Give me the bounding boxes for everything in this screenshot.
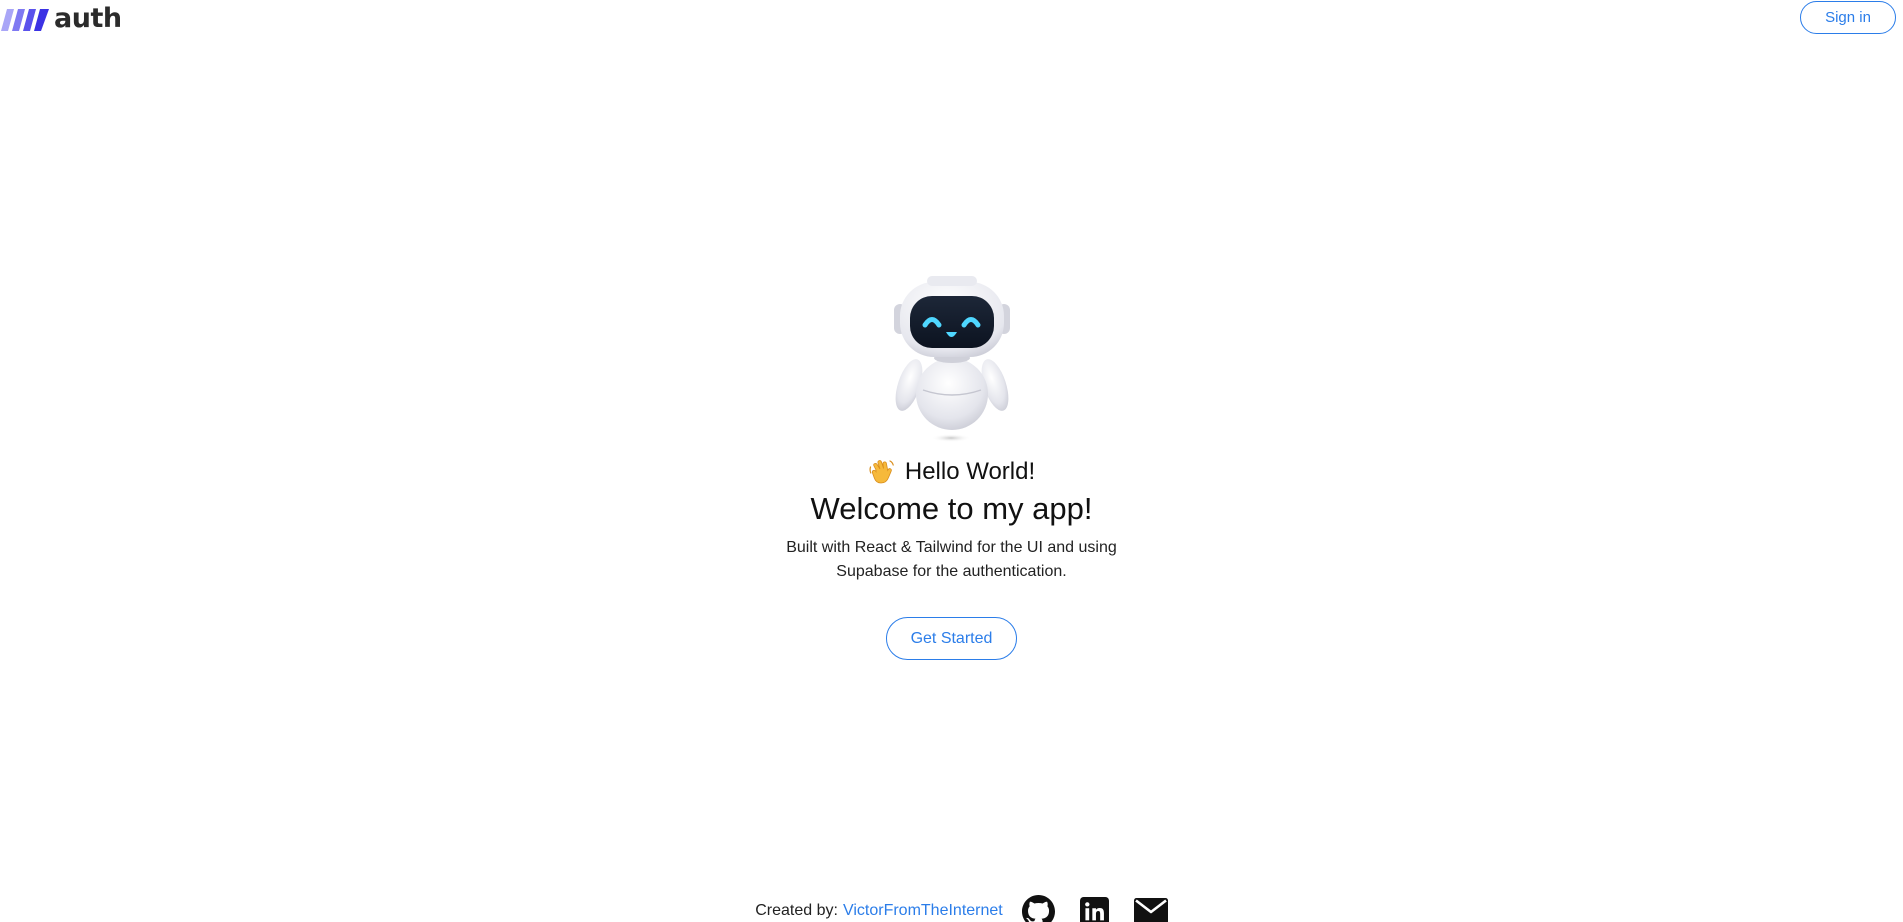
social-links [1022, 894, 1168, 922]
greeting: Hello World! [868, 457, 1035, 487]
credit-label: Created by: [755, 902, 838, 919]
robot-illustration [893, 276, 1010, 442]
sign-in-button[interactable]: Sign in [1800, 1, 1896, 34]
greeting-text: Hello World! [904, 458, 1036, 485]
author-link[interactable]: VictorFromTheInternet [843, 902, 1003, 920]
get-started-button[interactable]: Get Started [886, 617, 1017, 660]
description-text: Built with React & Tailwind for the UI a… [786, 539, 1117, 580]
github-icon [1022, 894, 1056, 922]
header: auth Sign in [0, 0, 1903, 46]
hero-section: Hello World! Welcome to my app! Built wi… [0, 272, 1903, 660]
mail-link[interactable] [1133, 894, 1168, 922]
logo-link[interactable]: auth [1, 3, 122, 34]
logo-mark-icon [1, 9, 49, 31]
mail-icon [1133, 898, 1168, 922]
github-link[interactable] [1022, 894, 1056, 922]
waving-hand-icon [869, 460, 894, 484]
page-title: Welcome to my app! [810, 491, 1093, 526]
linkedin-link[interactable] [1078, 894, 1112, 922]
logo-text: auth [54, 3, 122, 34]
footer: Created by: VictorFromTheInternet [0, 893, 1903, 922]
landing-page: auth Sign in Hello World! Welcome to my … [0, 0, 1903, 922]
linkedin-icon [1080, 896, 1110, 922]
